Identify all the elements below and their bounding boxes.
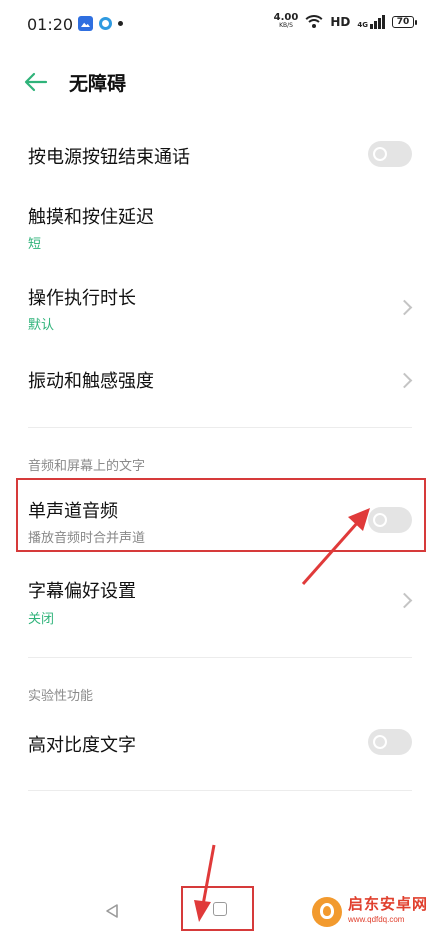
setting-title: 操作执行时长 — [28, 288, 136, 309]
setting-title: 振动和触感强度 — [28, 371, 154, 392]
watermark-url: www.qdfdq.com — [348, 915, 405, 924]
setting-title: 高对比度文字 — [28, 735, 136, 756]
section-divider — [28, 657, 412, 658]
back-arrow-icon[interactable] — [24, 72, 48, 92]
section-divider — [28, 790, 412, 791]
section-divider — [28, 427, 412, 428]
setting-power-end-call[interactable]: 按电源按钮结束通话 — [0, 125, 440, 185]
nav-back-icon[interactable] — [104, 903, 120, 919]
setting-title: 字幕偏好设置 — [28, 581, 136, 602]
annotation-highlight-box — [16, 478, 426, 552]
wifi-icon — [305, 15, 324, 29]
status-time: 01:20 — [27, 15, 74, 34]
watermark-text: 启东安卓网 www.qdfdq.com — [348, 897, 428, 927]
network-speed-unit: KB/S — [279, 22, 293, 29]
hd-indicator: HD — [330, 15, 351, 29]
watermark: 启东安卓网 www.qdfdq.com — [312, 897, 428, 927]
setting-action-duration[interactable]: 操作执行时长 默认 — [0, 272, 440, 342]
setting-value: 关闭 — [28, 612, 55, 627]
chevron-right-icon — [396, 299, 413, 316]
page-title: 无障碍 — [69, 73, 127, 95]
battery-icon: 70 — [392, 16, 417, 28]
setting-touch-hold-delay[interactable]: 触摸和按住延迟 短 — [0, 190, 440, 260]
setting-value: 默认 — [28, 318, 55, 333]
setting-value: 短 — [28, 237, 42, 252]
battery-level: 70 — [396, 17, 410, 27]
watermark-name: 启东安卓网 — [348, 895, 429, 913]
notification-icons — [78, 16, 123, 31]
watermark-logo-icon — [312, 897, 342, 927]
gallery-notification-icon — [78, 16, 93, 31]
setting-vibration[interactable]: 振动和触感强度 — [0, 352, 440, 408]
more-notifications-dot-icon — [118, 21, 123, 26]
setting-title: 按电源按钮结束通话 — [28, 147, 190, 168]
setting-title: 触摸和按住延迟 — [28, 207, 154, 228]
cellular-signal-icon: 4G — [357, 15, 385, 29]
status-indicators: 4.00 KB/S HD 4G 70 — [273, 12, 417, 30]
setting-caption-preferences[interactable]: 字幕偏好设置 关闭 — [0, 565, 440, 635]
chevron-right-icon — [396, 592, 413, 609]
signal-label: 4G — [357, 21, 368, 29]
chevron-right-icon — [396, 372, 413, 389]
app-notification-icon — [99, 17, 112, 30]
status-bar: 01:20 4.00 KB/S HD 4G 70 — [0, 0, 440, 52]
power-end-call-toggle[interactable] — [368, 141, 412, 167]
high-contrast-toggle[interactable] — [368, 729, 412, 755]
network-speed-value: 4.00 — [273, 12, 299, 23]
page-header: 无障碍 — [0, 52, 440, 114]
setting-high-contrast-text[interactable]: 高对比度文字 — [0, 712, 440, 772]
nav-home-icon[interactable] — [213, 902, 227, 916]
section-header-experimental: 实验性功能 — [28, 689, 94, 704]
section-header-audio-text: 音频和屏幕上的文字 — [28, 459, 146, 474]
network-speed: 4.00 KB/S — [273, 12, 299, 30]
